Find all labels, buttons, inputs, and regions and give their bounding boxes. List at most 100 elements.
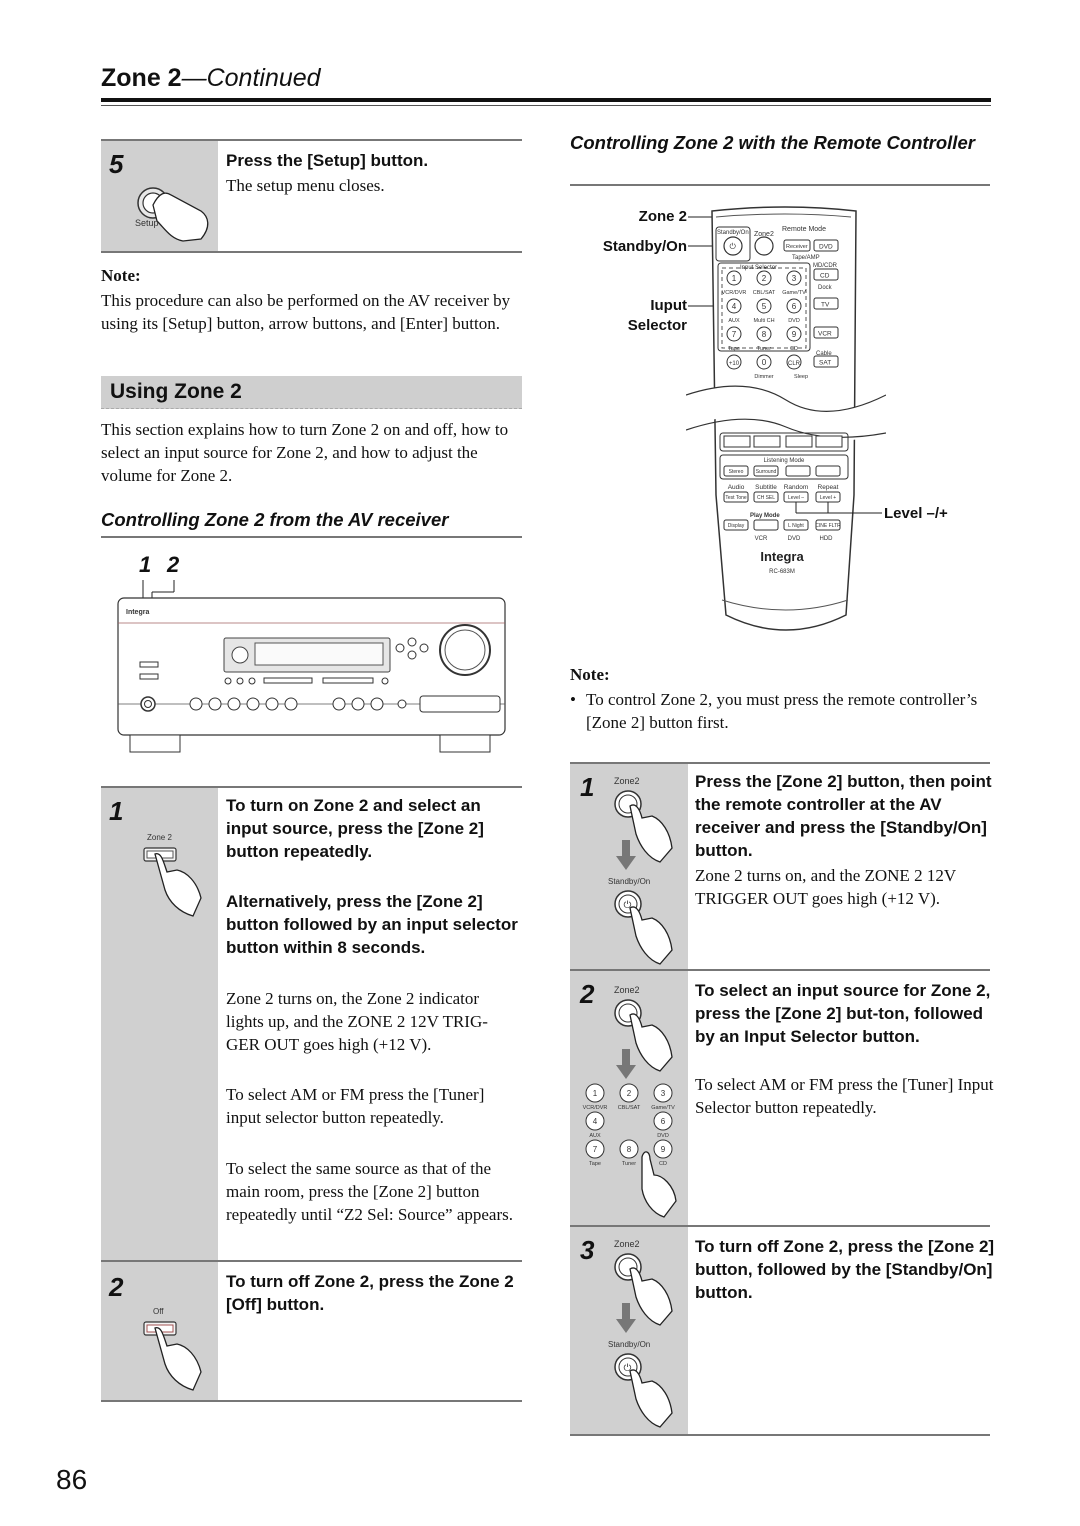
remote-controller-diagram: Standby/On ⏻ Zone2 Remote Mode Receiver … — [686, 206, 886, 631]
svg-text:4: 4 — [593, 1117, 598, 1126]
svg-text:1: 1 — [593, 1089, 598, 1098]
svg-text:7: 7 — [732, 330, 737, 339]
title-rule-thin — [101, 105, 991, 106]
remote-step-2-result: To select AM or FM press the [Tuner] Inp… — [695, 1075, 994, 1117]
section-heading: Using Zone 2 — [110, 380, 242, 403]
receiver-step-2-instruction: To turn off Zone 2, press the Zone 2 [Of… — [226, 1272, 514, 1314]
page-number: 86 — [56, 1464, 88, 1495]
receiver-step-1-alt-instruction: Alternatively, press the [Zone 2] button… — [226, 892, 518, 957]
svg-text:Level +: Level + — [820, 495, 836, 501]
svg-text:Tuner: Tuner — [757, 346, 771, 352]
svg-text:Zone 2: Zone 2 — [147, 833, 172, 842]
svg-text:DVD: DVD — [657, 1133, 669, 1139]
step-5-panel: 5 Setup — [101, 141, 218, 251]
zone2-input-selector-press-icon: Zone2 1 2 3 4 6 7 8 9 VCR/DVR CBL/SAT Ga… — [583, 985, 677, 1218]
title-rule — [101, 98, 991, 102]
svg-text:Tape: Tape — [589, 1161, 601, 1167]
receiver-step-1-panel: 1 Zone 2 — [101, 788, 218, 1260]
svg-text:Tape: Tape — [728, 346, 740, 352]
note-label: Note: — [101, 266, 141, 285]
svg-text:Play Mode: Play Mode — [750, 513, 780, 519]
svg-text:6: 6 — [792, 302, 797, 311]
callout-2: 2 — [167, 552, 180, 577]
svg-text:CBL/SAT: CBL/SAT — [618, 1105, 641, 1111]
svg-text:Zone2: Zone2 — [614, 985, 640, 995]
remote-step-1-result: Zone 2 turns on, and the ZONE 2 12V TRIG… — [695, 866, 956, 908]
step-number: 1 — [109, 796, 124, 826]
svg-text:Dimmer: Dimmer — [754, 374, 773, 380]
svg-text:6: 6 — [661, 1117, 666, 1126]
svg-text:HDD: HDD — [820, 536, 834, 542]
svg-text:Audio: Audio — [728, 484, 745, 491]
svg-text:Repeat: Repeat — [818, 484, 839, 491]
svg-text:Game/TV: Game/TV — [651, 1105, 675, 1111]
callout-level: Level –/+ — [884, 505, 948, 522]
svg-text:Receiver: Receiver — [786, 244, 808, 250]
svg-text:Tape/AMP: Tape/AMP — [792, 255, 820, 261]
svg-text:4: 4 — [732, 302, 737, 311]
remote-note-text: To control Zone 2, you must press the re… — [586, 690, 978, 732]
svg-text:Test Tone: Test Tone — [725, 495, 747, 501]
remote-step-2-panel: 2 Zone2 1 2 3 4 6 7 8 9 VCR/DVR CBL/SAT … — [570, 971, 688, 1225]
svg-text:VCR/DVR: VCR/DVR — [722, 290, 747, 296]
receiver-step-1-source-note: To select the same source as that of the… — [226, 1159, 513, 1224]
svg-text:3: 3 — [661, 1089, 666, 1098]
svg-text:DVD: DVD — [788, 536, 801, 542]
section-intro: This section explains how to turn Zone 2… — [101, 420, 509, 485]
step-divider — [101, 251, 522, 253]
svg-text:RC-683M: RC-683M — [769, 569, 795, 575]
page-title-main: Zone 2 — [101, 64, 182, 92]
svg-text:Off: Off — [153, 1307, 164, 1316]
svg-text:DVD: DVD — [819, 244, 833, 251]
svg-text:Zone2: Zone2 — [614, 776, 640, 786]
step-number: 1 — [580, 772, 595, 802]
svg-text:AUX: AUX — [589, 1133, 601, 1139]
remote-note-label: Note: — [570, 665, 610, 684]
zone2-standby-press-icon: Zone2 Standby/On ⏻ — [608, 776, 673, 965]
av-receiver-front-panel-diagram: Integra — [117, 580, 506, 753]
callout-selector: Selector — [627, 317, 687, 334]
step-number: 2 — [109, 1272, 124, 1302]
svg-text:Standby/On: Standby/On — [608, 1340, 650, 1349]
svg-text:CBL/SAT: CBL/SAT — [753, 290, 776, 296]
svg-text:8: 8 — [762, 330, 767, 339]
svg-text:Integra: Integra — [126, 609, 149, 616]
svg-text:VCR: VCR — [755, 536, 768, 542]
setup-button-press-icon: Setup — [135, 187, 209, 242]
page-title: Zone 2—Continued — [101, 64, 321, 93]
remote-step-1-instruction: Press the [Zone 2] button, then point th… — [695, 772, 992, 860]
svg-text:7: 7 — [593, 1145, 598, 1154]
svg-text:Surround: Surround — [756, 469, 777, 475]
svg-text:0: 0 — [762, 358, 767, 367]
svg-text:Integra: Integra — [760, 549, 804, 564]
svg-text:Standby/On: Standby/On — [717, 230, 749, 236]
svg-text:Stereo: Stereo — [729, 469, 744, 475]
remote-step-1-panel: 1 Zone2 Standby/On ⏻ — [570, 764, 688, 969]
svg-text:Remote Mode: Remote Mode — [782, 226, 826, 233]
remote-note-bullet: • — [570, 690, 576, 709]
svg-text:3: 3 — [792, 274, 797, 283]
receiver-step-1-tuner-note: To select AM or FM press the [Tuner] inp… — [226, 1085, 485, 1127]
svg-text:9: 9 — [792, 330, 797, 339]
svg-text:VCR: VCR — [818, 331, 832, 338]
svg-text:SAT: SAT — [819, 360, 831, 367]
callout-1: 1 — [139, 552, 152, 577]
svg-text:Level –: Level – — [788, 495, 804, 501]
step-divider — [101, 1400, 522, 1402]
svg-text:Random: Random — [784, 484, 809, 491]
svg-text:CD: CD — [659, 1161, 667, 1167]
svg-text:Listening Mode: Listening Mode — [764, 458, 805, 464]
step-5-result: The setup menu closes. — [226, 176, 385, 195]
page-title-suffix: —Continued — [181, 64, 321, 92]
svg-text:2: 2 — [762, 274, 767, 283]
svg-text:Subtitle: Subtitle — [755, 484, 777, 491]
svg-text:Multi CH: Multi CH — [753, 318, 774, 324]
remote-step-3-instruction: To turn off Zone 2, press the [Zone 2] b… — [695, 1237, 995, 1302]
svg-text:Tuner: Tuner — [622, 1161, 636, 1167]
svg-text:TV: TV — [821, 302, 830, 309]
step-number: 3 — [580, 1235, 595, 1265]
svg-text:Setup: Setup — [135, 218, 159, 228]
svg-text:8: 8 — [627, 1145, 632, 1154]
remote-step-3-panel: 3 Zone2 Standby/On ⏻ — [570, 1227, 688, 1434]
receiver-step-1-instruction: To turn on Zone 2 and select an input so… — [226, 796, 484, 861]
